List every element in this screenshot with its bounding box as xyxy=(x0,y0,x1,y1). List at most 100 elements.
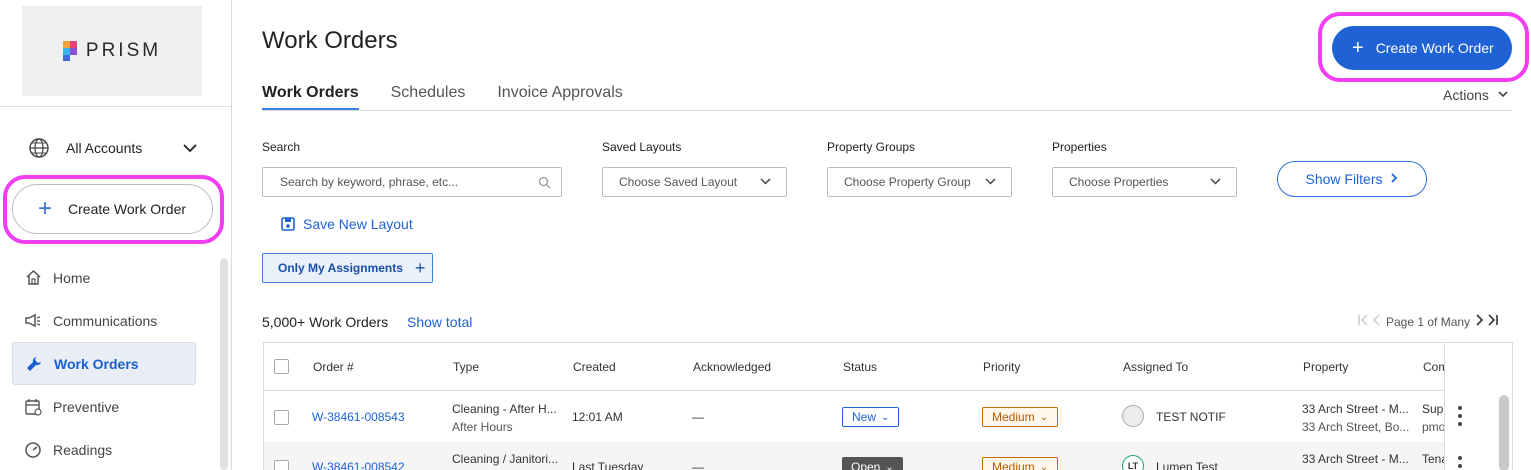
sidebar-item-readings[interactable]: Readings xyxy=(12,428,196,470)
plus-icon: + xyxy=(1352,37,1364,59)
table-scrollbar[interactable] xyxy=(1499,395,1509,470)
prism-logo[interactable]: PRISM xyxy=(22,6,202,96)
sidebar-create-label: Create Work Order xyxy=(68,201,187,217)
tab-invoice-approvals[interactable]: Invoice Approvals xyxy=(497,84,622,111)
home-icon xyxy=(24,269,42,287)
priority-dropdown[interactable]: Medium ⌄ xyxy=(982,457,1059,470)
search-icon xyxy=(538,176,551,192)
sidebar-item-home[interactable]: Home xyxy=(12,256,196,299)
row-checkbox[interactable] xyxy=(274,460,289,470)
search-label: Search xyxy=(262,140,301,154)
property-groups-select[interactable]: Choose Property Group xyxy=(827,167,1012,197)
create-work-order-button[interactable]: + Create Work Order xyxy=(1332,26,1512,70)
show-filters-button[interactable]: Show Filters xyxy=(1277,161,1427,197)
wrench-icon xyxy=(25,355,43,373)
show-total-link[interactable]: Show total xyxy=(407,314,472,330)
chevron-down-icon xyxy=(759,175,772,191)
priority-dropdown[interactable]: Medium ⌄ xyxy=(982,407,1059,427)
account-selector[interactable]: All Accounts xyxy=(28,136,198,160)
show-filters-label: Show Filters xyxy=(1305,171,1383,187)
order-number-link[interactable]: W-38461-008543 xyxy=(312,410,405,424)
plus-icon: + xyxy=(414,258,426,278)
table-header: Order # Type Created Acknowledged Status… xyxy=(264,343,1512,391)
tab-divider xyxy=(262,110,1512,111)
properties-select[interactable]: Choose Properties xyxy=(1052,167,1237,197)
main-content: Work Orders + Create Work Order Work Ord… xyxy=(232,0,1531,470)
sidebar-item-preventive[interactable]: Preventive xyxy=(12,385,196,428)
column-header-status[interactable]: Status xyxy=(843,360,877,374)
type-cell: Cleaning / Janitori... xyxy=(452,452,559,466)
column-header-property[interactable]: Property xyxy=(1303,360,1348,374)
property-cell: 33 Arch Street - M... xyxy=(1302,402,1409,416)
chevron-down-icon: ⌄ xyxy=(1039,461,1049,470)
column-header-acknowledged[interactable]: Acknowledged xyxy=(693,360,771,374)
sidebar-item-label: Work Orders xyxy=(54,355,139,372)
table-row[interactable]: W-38461-008542 Cleaning / Janitori... La… xyxy=(264,442,1512,470)
chevron-down-icon xyxy=(183,144,197,153)
next-page-icon[interactable] xyxy=(1474,313,1486,330)
order-number-link[interactable]: W-38461-008542 xyxy=(312,460,405,470)
account-selector-label: All Accounts xyxy=(66,140,143,156)
properties-value: Choose Properties xyxy=(1069,175,1169,189)
page-indicator: Page 1 of Many xyxy=(1386,314,1471,329)
tab-schedules[interactable]: Schedules xyxy=(391,84,466,111)
column-header-priority[interactable]: Priority xyxy=(983,360,1020,374)
search-input[interactable]: Search by keyword, phrase, etc... xyxy=(262,167,562,197)
results-count: 5,000+ Work Orders xyxy=(262,314,389,330)
saved-layouts-label: Saved Layouts xyxy=(602,140,682,154)
row-checkbox[interactable] xyxy=(274,410,289,425)
sidebar-item-label: Home xyxy=(53,269,91,286)
actions-menu[interactable]: Actions xyxy=(1443,87,1509,103)
last-page-icon[interactable] xyxy=(1486,313,1500,330)
row-actions-column: + xyxy=(1444,343,1512,470)
status-value: Open xyxy=(851,460,881,470)
property-groups-value: Choose Property Group xyxy=(844,175,971,189)
actions-label: Actions xyxy=(1443,87,1489,103)
chevron-down-icon: ⌄ xyxy=(885,461,894,470)
sidebar-create-work-order-button[interactable]: + Create Work Order xyxy=(12,184,213,234)
sidebar-divider xyxy=(0,106,231,107)
assigned-to-cell: Lumen Test xyxy=(1156,460,1218,470)
status-dropdown[interactable]: Open ⌄ xyxy=(842,457,903,470)
first-page-icon[interactable] xyxy=(1356,313,1370,330)
type-subtext: After Hours xyxy=(452,420,513,434)
chevron-right-icon xyxy=(1389,171,1399,187)
saved-layouts-select[interactable]: Choose Saved Layout xyxy=(602,167,787,197)
created-cell: 12:01 AM xyxy=(572,410,623,424)
sidebar-item-work-orders[interactable]: Work Orders xyxy=(12,342,196,385)
plus-icon: + xyxy=(38,195,53,222)
save-new-layout-button[interactable]: Save New Layout xyxy=(281,216,413,232)
property-cell: 33 Arch Street - M... xyxy=(1302,452,1409,466)
search-placeholder: Search by keyword, phrase, etc... xyxy=(280,175,459,189)
table-row[interactable]: W-38461-008543 Cleaning - After H... Aft… xyxy=(264,392,1512,442)
row-menu-icon[interactable] xyxy=(1452,406,1468,426)
only-my-assignments-label: Only My Assignments xyxy=(278,261,403,275)
assigned-to-cell: TEST NOTIF xyxy=(1156,410,1226,424)
sidebar-scrollbar[interactable] xyxy=(220,258,228,470)
sidebar-item-communications[interactable]: Communications xyxy=(12,299,196,342)
property-address: 33 Arch Street, Bo... xyxy=(1302,420,1410,434)
tab-work-orders[interactable]: Work Orders xyxy=(262,84,359,111)
column-header-assigned-to[interactable]: Assigned To xyxy=(1123,360,1188,374)
sidebar-item-label: Readings xyxy=(53,441,113,458)
acknowledged-cell: — xyxy=(692,460,704,470)
chevron-down-icon: ⌄ xyxy=(881,411,890,423)
work-orders-table: Order # Type Created Acknowledged Status… xyxy=(263,342,1513,470)
column-header-type[interactable]: Type xyxy=(453,360,479,374)
previous-page-icon[interactable] xyxy=(1370,313,1382,330)
avatar xyxy=(1122,405,1144,427)
column-header-order[interactable]: Order # xyxy=(313,360,354,374)
column-header-created[interactable]: Created xyxy=(573,360,616,374)
only-my-assignments-button[interactable]: Only My Assignments + xyxy=(262,253,433,283)
sidebar: PRISM All Accounts + Create Work Order H… xyxy=(0,0,232,470)
select-all-checkbox[interactable] xyxy=(274,359,289,374)
save-icon xyxy=(281,217,295,231)
globe-icon xyxy=(29,138,49,158)
tab-bar: Work Orders Schedules Invoice Approvals xyxy=(262,84,655,112)
status-dropdown[interactable]: New ⌄ xyxy=(842,407,900,427)
row-menu-icon[interactable] xyxy=(1452,456,1468,470)
pagination: Page 1 of Many xyxy=(1356,313,1500,330)
chevron-down-icon xyxy=(1497,87,1509,103)
type-cell: Cleaning - After H... xyxy=(452,402,557,416)
acknowledged-cell: — xyxy=(692,410,704,424)
